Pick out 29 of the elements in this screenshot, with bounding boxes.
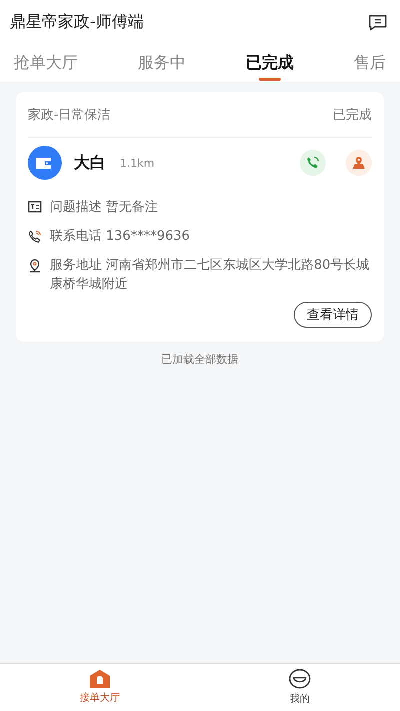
app-title: 鼎星帝家政-师傅端 [10, 12, 144, 32]
detail-text: 服务地址 河南省郑州市二七区东城区大学北路80号长城康桥华城附近 [50, 257, 371, 294]
order-status: 已完成 [333, 106, 372, 124]
detail-text: 问题描述 暂无备注 [50, 199, 158, 217]
tab[interactable]: 服务中 [138, 44, 186, 82]
home-icon [89, 670, 111, 688]
list-end-text: 已加载全部数据 [162, 352, 238, 367]
customer-name: 大白 [74, 152, 106, 174]
wallet-avatar-icon [28, 146, 62, 180]
distance: 1.1km [120, 156, 156, 170]
phone-icon [28, 230, 42, 244]
view-details-button[interactable]: 查看详情 [294, 302, 372, 328]
map-button[interactable] [346, 150, 372, 176]
call-button[interactable] [300, 150, 326, 176]
location-pin-icon [28, 259, 42, 273]
phone-icon [306, 156, 320, 170]
map-pin-icon [351, 156, 367, 170]
tab[interactable]: 抢单大厅 [14, 44, 78, 82]
service-category: 家政-日常保洁 [28, 106, 111, 124]
tab[interactable]: 已完成 [246, 44, 294, 82]
tab[interactable]: 售后 [354, 44, 386, 82]
message-icon[interactable] [368, 13, 388, 31]
nav-item[interactable]: 我的 [200, 664, 400, 711]
detail-text: 联系电话 136****9636 [50, 228, 190, 246]
nav-item[interactable]: 接单大厅 [0, 664, 200, 711]
id-card-icon [28, 201, 42, 213]
order-card[interactable]: 家政-日常保洁 已完成 大白 1.1km 问题描述 暂无备注 联系电话 136****9636 服务地址 河南省郑州市二七区东城区大学北路80号长城康桥华城附近 查看详情 [16, 92, 384, 342]
smiley-icon [289, 669, 311, 689]
tab-indicator [259, 78, 281, 81]
